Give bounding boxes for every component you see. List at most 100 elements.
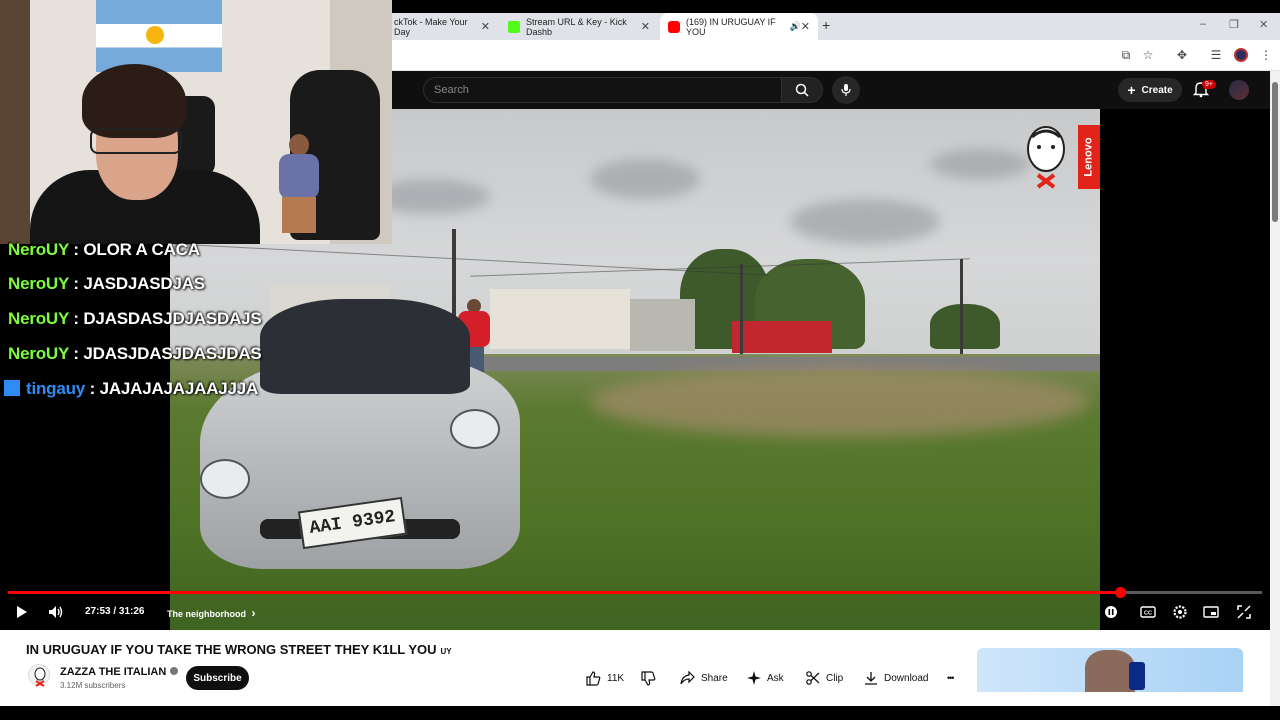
youtube-favicon-icon [668,20,680,33]
clip-label: Clip [826,672,844,684]
extensions-icon[interactable]: ✥ [1174,47,1190,63]
volume-icon [49,606,63,618]
share-button[interactable]: Share [680,670,728,686]
closed-captions-icon: CC [1140,606,1156,618]
tab-kick-dashboard[interactable]: Stream URL & Key - Kick Dashb ✕ [500,13,658,40]
cloud [930,149,1030,179]
media-controls-icon[interactable]: ☰ [1208,47,1224,63]
chapter-title[interactable]: The neighborhood › [167,606,256,620]
tab-label: ckTok - Make Your Day [394,16,468,37]
channel-name-text: ZAZZA THE ITALIAN [60,666,167,678]
tab-label: (169) IN URUGUAY IF YOU [686,16,776,37]
screen: ckTok - Make Your Day ✕ Stream URL & Key… [0,0,1280,720]
browser-menu-icon[interactable]: ⋮ [1258,47,1274,63]
cloud [790,199,940,244]
chat-message: tingauy : JAJAJAJAJAAJJJA [4,379,258,399]
subscriber-badge-icon [4,380,20,396]
scissors-icon [806,671,820,685]
chat-username: NeroUY [8,240,69,259]
minimize-button[interactable]: – [1200,18,1206,30]
dirt-patch [590,367,1090,437]
share-label: Share [701,672,728,684]
chat-message: NeroUY : JDASJDASJDASJDAS [8,344,262,364]
autoplay-toggle[interactable] [1103,602,1119,622]
chat-separator: : [85,379,100,398]
chat-username: NeroUY [8,274,69,293]
more-actions-button[interactable]: ••• [947,670,955,686]
speaker-icon[interactable]: 🔊 [790,21,801,32]
clip-button[interactable]: Clip [806,670,843,686]
microphone-icon [841,84,851,96]
figurine [274,134,324,234]
close-tab-icon[interactable]: ✕ [481,20,490,33]
streamer-hair [82,64,186,138]
autoplay-pause-icon [1105,606,1117,618]
channel-name[interactable]: ZAZZA THE ITALIAN [60,666,179,678]
progress-bar[interactable] [8,587,1262,598]
play-button[interactable] [12,602,32,622]
chat-username: tingauy [26,379,86,398]
building [630,299,695,351]
chat-text: OLOR A CACA [83,240,200,259]
create-label: Create [1141,84,1173,96]
like-count: 11K [607,672,625,684]
subscriber-count: 3.12M subscribers [60,681,126,690]
restore-button[interactable]: ❐ [1229,18,1239,31]
video-title-text: IN URUGUAY IF YOU TAKE THE WRONG STREET … [26,642,437,657]
youtube-account-avatar[interactable] [1229,80,1249,100]
verified-check-icon [170,667,179,675]
settings-button[interactable] [1170,602,1190,622]
fullscreen-button[interactable] [1234,602,1254,622]
share-icon [680,671,695,685]
browser-profile-avatar[interactable] [1234,48,1248,62]
search-input[interactable]: Search [423,77,781,103]
install-app-icon[interactable]: ⧉ [1118,47,1134,63]
lenovo-watermark: Lenovo [1078,125,1100,189]
progress-played [8,591,1121,594]
theater-mode-icon [1203,606,1219,618]
taskbar-edge [0,706,1280,720]
subscribe-button[interactable]: Subscribe [186,666,249,690]
chevron-right-icon: › [251,606,256,620]
tab-youtube[interactable]: (169) IN URUGUAY IF YOU 🔊 ✕ [660,13,818,40]
chat-message: NeroUY : JASDJASDJAS [8,274,205,294]
subtitles-button[interactable]: CC [1138,602,1158,622]
dislike-button[interactable] [641,670,656,686]
volume-button[interactable] [46,602,66,622]
silver-car: AAI 9392 [180,289,525,589]
scrollbar-thumb[interactable] [1272,82,1278,222]
sparkle-icon [747,671,761,685]
download-button[interactable]: Download [864,670,928,686]
kick-favicon-icon [508,20,520,33]
miniplayer-button[interactable] [1201,602,1221,622]
cloud [590,159,700,199]
search-button[interactable] [781,77,823,103]
create-button[interactable]: + Create [1118,78,1182,102]
chat-separator: : [68,240,84,259]
bookmark-star-icon[interactable]: ☆ [1140,47,1156,63]
close-tab-icon[interactable]: ✕ [641,20,650,33]
chat-text: DJASDASJDJASDAJS [83,309,262,328]
gear-icon [1173,605,1187,619]
utility-pole [960,259,963,359]
chat-text: JASDJASDJAS [83,274,205,293]
tab-tiktok[interactable]: ckTok - Make Your Day ✕ [386,13,498,40]
channel-logo-icon [34,667,46,687]
sponsored-ad-card[interactable] [977,648,1243,692]
red-wall [732,321,832,353]
download-icon [865,672,877,685]
voice-search-button[interactable] [832,76,860,104]
play-icon [17,606,27,618]
channel-avatar[interactable] [28,664,50,687]
chat-username: NeroUY [8,344,69,363]
ask-button[interactable]: Ask [747,670,784,686]
svg-text:CC: CC [1144,611,1152,617]
lenovo-text: Lenovo [1083,137,1095,177]
ask-label: Ask [767,672,784,684]
new-tab-button[interactable]: + [822,17,830,33]
page-bottom-strip [0,692,1270,706]
tab-label: Stream URL & Key - Kick Dashb [526,16,627,37]
close-window-button[interactable]: ✕ [1259,18,1268,31]
close-tab-icon[interactable]: ✕ [801,20,810,33]
like-button[interactable]: 11K [586,670,624,686]
